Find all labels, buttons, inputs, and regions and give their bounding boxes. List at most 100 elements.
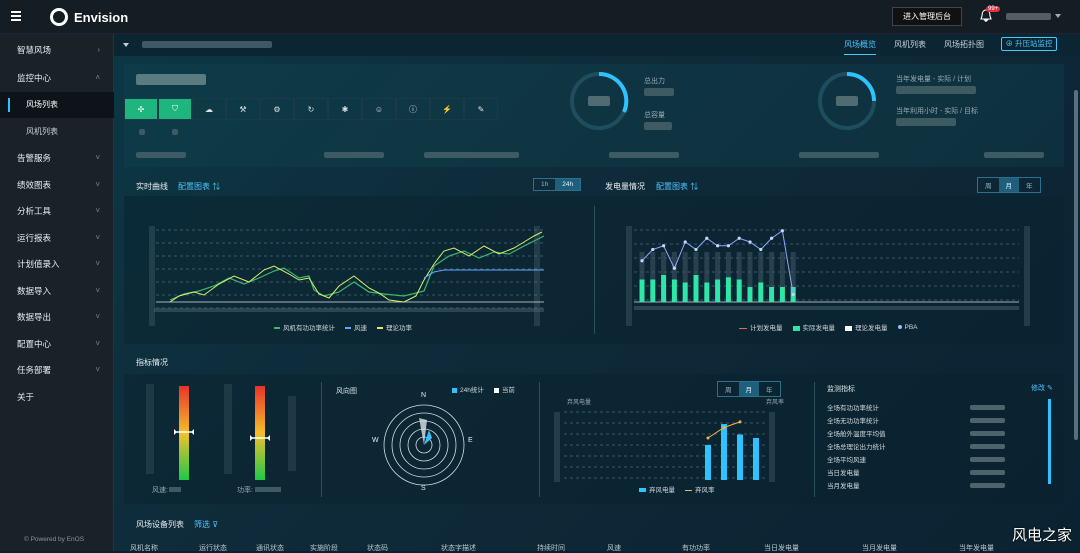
fan-icon[interactable]: ✣ <box>124 98 158 120</box>
envision-logo-icon <box>50 8 68 26</box>
gear-icon[interactable]: ⚙ <box>260 98 294 120</box>
chevron-down-icon[interactable] <box>123 43 129 47</box>
monitor-row: 全场总理论出力统计 <box>827 441 1042 453</box>
shield-icon[interactable]: ⛉ <box>158 98 192 120</box>
tab-topology[interactable]: 风场拓扑图 <box>944 39 984 55</box>
tab-turbine-list[interactable]: 风机列表 <box>894 39 926 55</box>
generation-config-link[interactable]: 配置图表 ⇅ <box>656 181 698 192</box>
realtime-legend: 风机有功功率统计 风速 理论功率 <box>274 322 412 332</box>
summary-1 <box>136 152 186 158</box>
table-column-header[interactable]: 状态码 <box>367 543 388 553</box>
theory-bar <box>769 252 775 287</box>
legend-theoretical-label: 理论功率 <box>386 325 412 332</box>
theory-bar <box>650 252 656 280</box>
monitor-edit-link[interactable]: 修改 ✎ <box>1031 383 1053 393</box>
table-column-header[interactable]: 风速 <box>607 543 621 553</box>
sidebar-item-3[interactable]: 风机列表 <box>0 119 114 145</box>
actual-bar <box>671 279 677 302</box>
range-1h[interactable]: 1h <box>534 179 555 190</box>
sidebar-item-10[interactable]: 数据导出 ˅ <box>0 304 114 330</box>
menu-icon[interactable] <box>11 11 21 21</box>
range-24h[interactable]: 24h <box>555 179 581 190</box>
legend-abandon-energy-label: 弃风电量 <box>649 487 675 494</box>
summary-4 <box>609 152 679 158</box>
table-column-header[interactable]: 实施阶段 <box>310 543 338 553</box>
table-column-header[interactable]: 通讯状态 <box>256 543 284 553</box>
sidebar-item-label: 告警服务 <box>17 153 52 163</box>
monitor-row: 全场无功功率统计 <box>827 415 1042 427</box>
turbine-state-filter: ✣ ⛉ ☁ ⚒ ⚙ ↻ ✱ ☺ ⓘ ⚡ ✎ <box>124 98 498 120</box>
pba-point <box>694 247 698 252</box>
realtime-config-link[interactable]: 配置图表 ⇅ <box>178 181 220 192</box>
theory-bar <box>639 252 645 280</box>
actual-bar <box>779 287 785 302</box>
substation-monitor-button[interactable]: ⊕ 升压站监控 <box>1001 37 1057 51</box>
chevron-down-icon: ˅ <box>95 206 100 215</box>
range-month[interactable]: 月 <box>998 178 1019 192</box>
sidebar-item-8[interactable]: 计划值录入 ˅ <box>0 251 114 277</box>
sidebar-item-label: 绩效图表 <box>17 180 52 190</box>
sidebar-item-12[interactable]: 任务部署 ˅ <box>0 357 114 383</box>
summary-6 <box>984 152 1044 158</box>
legend-theory: 理论发电量 <box>845 322 888 332</box>
table-column-header[interactable]: 当月发电量 <box>862 543 897 553</box>
monitor-item-value <box>970 444 1005 449</box>
legend-theoretical: 理论功率 <box>377 322 412 332</box>
username[interactable] <box>1006 13 1051 20</box>
sidebar-item-2[interactable]: 风场列表 <box>0 92 114 118</box>
monitor-item-label: 全场平均风速 <box>827 457 866 464</box>
monitor-item-label: 全场舱外温度平均值 <box>827 431 886 438</box>
abandon-rate-point <box>706 436 710 440</box>
table-column-header[interactable]: 持续时间 <box>537 543 565 553</box>
range-week[interactable]: 周 <box>978 178 999 192</box>
sidebar-item-0[interactable]: 智慧风场 › <box>0 37 114 63</box>
sidebar-item-1[interactable]: 监控中心 ˄ <box>0 65 114 91</box>
cloud-icon[interactable]: ☁ <box>192 98 226 120</box>
x-tick-blur <box>634 306 1019 310</box>
monitor-item-value <box>970 457 1005 462</box>
gauge-panel <box>146 384 296 492</box>
refresh-icon[interactable]: ↻ <box>294 98 328 120</box>
sidebar-item-13[interactable]: 关于 <box>0 384 114 410</box>
realtime-config-label: 配置图表 <box>178 182 210 191</box>
utilization-hours-label: 当年利用小时 - 实际 / 目标 <box>896 108 979 115</box>
person-icon[interactable]: ☺ <box>362 98 396 120</box>
table-column-header[interactable]: 当日发电量 <box>764 543 799 553</box>
sidebar-item-label: 关于 <box>17 392 35 402</box>
chevron-down-icon[interactable] <box>1055 14 1061 18</box>
table-column-header[interactable]: 有功功率 <box>682 543 710 553</box>
axis-blur-right <box>1024 226 1030 326</box>
legend-wind-speed-label: 风速 <box>354 325 367 332</box>
plug-icon[interactable]: ⚡ <box>430 98 464 120</box>
table-column-header[interactable]: 风机名称 <box>130 543 158 553</box>
substation-monitor-label: 升压站监控 <box>1015 39 1053 48</box>
settings-icon[interactable]: ✱ <box>328 98 362 120</box>
sidebar-item-6[interactable]: 分析工具 ˅ <box>0 198 114 224</box>
tab-overview[interactable]: 风场概览 <box>844 39 876 55</box>
monitor-item-value <box>970 431 1005 436</box>
sidebar-item-5[interactable]: 绩效图表 ˅ <box>0 172 114 198</box>
table-column-header[interactable]: 状态字描述 <box>441 543 476 553</box>
info-icon[interactable]: ⓘ <box>396 98 430 120</box>
table-column-header[interactable]: 运行状态 <box>199 543 227 553</box>
actual-bar <box>758 282 764 302</box>
generation-title: 发电量情况 <box>605 182 645 191</box>
edit-icon[interactable]: ✎ <box>464 98 498 120</box>
sidebar-item-9[interactable]: 数据导入 ˅ <box>0 278 114 304</box>
admin-console-button[interactable]: 进入管理后台 <box>892 7 962 26</box>
range-year[interactable]: 年 <box>1019 178 1040 192</box>
sidebar-item-4[interactable]: 告警服务 ˅ <box>0 145 114 171</box>
chevron-down-icon: ˅ <box>95 180 100 189</box>
device-table-title: 风场设备列表 <box>136 520 184 529</box>
sidebar-item-11[interactable]: 配置中心 ˅ <box>0 331 114 357</box>
sidebar-item-7[interactable]: 运行报表 ˅ <box>0 225 114 251</box>
wrench-icon[interactable]: ⚒ <box>226 98 260 120</box>
monitor-scrollbar[interactable] <box>1048 399 1051 484</box>
abandon-chart <box>554 411 775 482</box>
abandon-bar <box>705 445 711 480</box>
device-filter-link[interactable]: 筛选 ⊽ <box>194 519 218 530</box>
table-column-header[interactable]: 当年发电量 <box>959 543 994 553</box>
actual-bar <box>715 279 721 302</box>
page-scrollbar[interactable] <box>1074 90 1078 440</box>
divider <box>321 382 322 497</box>
